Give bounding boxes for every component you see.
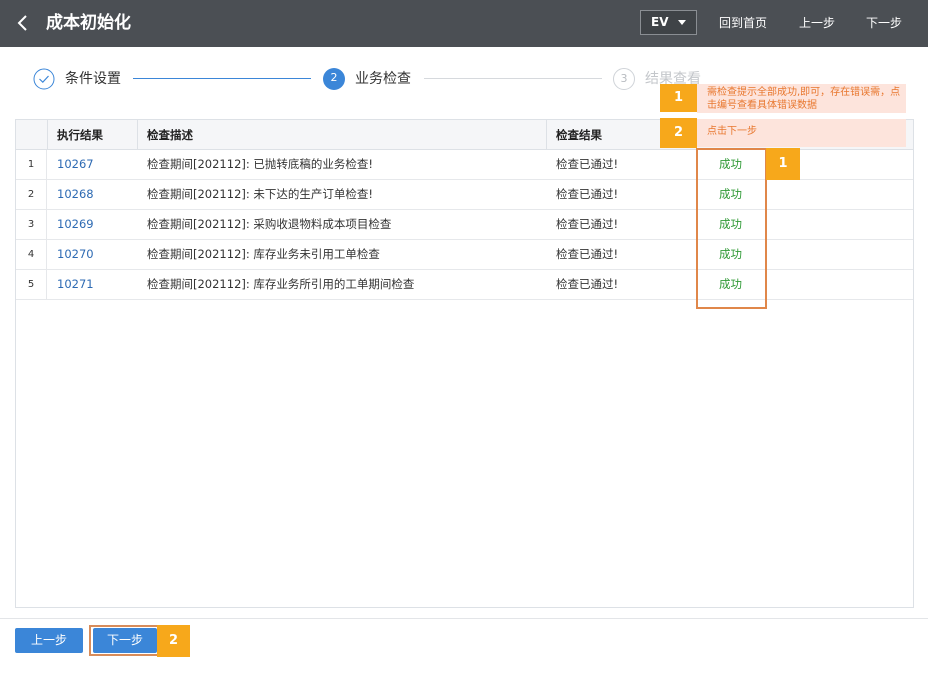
- callout-2-button-badge: 2: [157, 625, 190, 657]
- status-highlight-box: [696, 148, 767, 309]
- table-row[interactable]: 4 10270 检查期间[202112]: 库存业务未引用工单检查 检查已通过!…: [16, 240, 913, 270]
- check-result: 检查已通过!: [556, 217, 619, 231]
- step-label: 业务检查: [355, 71, 411, 87]
- step-label: 条件设置: [65, 71, 121, 87]
- exec-id-link[interactable]: 10268: [57, 180, 94, 209]
- footer-divider: [0, 618, 928, 619]
- check-description: 检查期间[202112]: 库存业务未引用工单检查: [147, 247, 380, 261]
- table-row[interactable]: 5 10271 检查期间[202112]: 库存业务所引用的工单期间检查 检查已…: [16, 270, 913, 300]
- column-header-description[interactable]: 检查描述: [147, 120, 193, 150]
- step-connector: [424, 78, 602, 79]
- page-title: 成本初始化: [46, 13, 131, 33]
- row-number: 1: [16, 150, 47, 179]
- column-divider: [546, 120, 547, 150]
- step-number: 3: [613, 68, 635, 90]
- column-divider: [137, 120, 138, 150]
- callout-2-text: 点击下一步: [697, 119, 906, 147]
- check-result: 检查已通过!: [556, 187, 619, 201]
- check-description: 检查期间[202112]: 已抛转底稿的业务检查!: [147, 157, 374, 171]
- row-number: 5: [16, 270, 47, 299]
- callout-1-text: 需检查提示全部成功,即可，存在错误需，点击编号查看具体错误数据: [697, 84, 906, 113]
- column-header-check-result[interactable]: 检查结果: [556, 120, 602, 150]
- row-number: 2: [16, 180, 47, 209]
- caret-down-icon: [678, 20, 686, 25]
- row-number: 4: [16, 240, 47, 269]
- callout-1-side-badge: 1: [766, 148, 800, 180]
- table-row[interactable]: 3 10269 检查期间[202112]: 采购收退物料成本项目检查 检查已通过…: [16, 210, 913, 240]
- ev-dropdown[interactable]: EV: [640, 10, 697, 35]
- check-result-grid: 执行结果 检查描述 检查结果 1 10267 检查期间[202112]: 已抛转…: [15, 119, 914, 608]
- exec-id-link[interactable]: 10270: [57, 240, 94, 269]
- check-circle-icon: [33, 68, 55, 90]
- check-description: 检查期间[202112]: 未下达的生产订单检查!: [147, 187, 374, 201]
- row-number: 3: [16, 210, 47, 239]
- check-result: 检查已通过!: [556, 247, 619, 261]
- next-step-button[interactable]: 下一步: [93, 628, 157, 653]
- column-divider: [47, 120, 48, 150]
- exec-id-link[interactable]: 10269: [57, 210, 94, 239]
- home-link[interactable]: 回到首页: [719, 15, 767, 31]
- top-prev-link[interactable]: 上一步: [799, 15, 835, 31]
- exec-id-link[interactable]: 10267: [57, 150, 94, 179]
- prev-step-button[interactable]: 上一步: [15, 628, 83, 653]
- check-description: 检查期间[202112]: 库存业务所引用的工单期间检查: [147, 277, 415, 291]
- callout-1-badge: 1: [660, 84, 697, 112]
- check-result: 检查已通过!: [556, 277, 619, 291]
- table-row[interactable]: 2 10268 检查期间[202112]: 未下达的生产订单检查! 检查已通过!…: [16, 180, 913, 210]
- callout-2-badge: 2: [660, 118, 697, 148]
- exec-id-link[interactable]: 10271: [57, 270, 94, 299]
- top-bar: 成本初始化 EV 回到首页 上一步 下一步: [0, 0, 928, 47]
- ev-label: EV: [651, 15, 669, 29]
- step-number: 2: [323, 68, 345, 90]
- check-description: 检查期间[202112]: 采购收退物料成本项目检查: [147, 217, 392, 231]
- column-header-exec-result[interactable]: 执行结果: [57, 120, 103, 150]
- top-next-link[interactable]: 下一步: [866, 15, 902, 31]
- back-arrow-icon[interactable]: [15, 11, 33, 35]
- check-result: 检查已通过!: [556, 157, 619, 171]
- step-connector: [133, 78, 311, 79]
